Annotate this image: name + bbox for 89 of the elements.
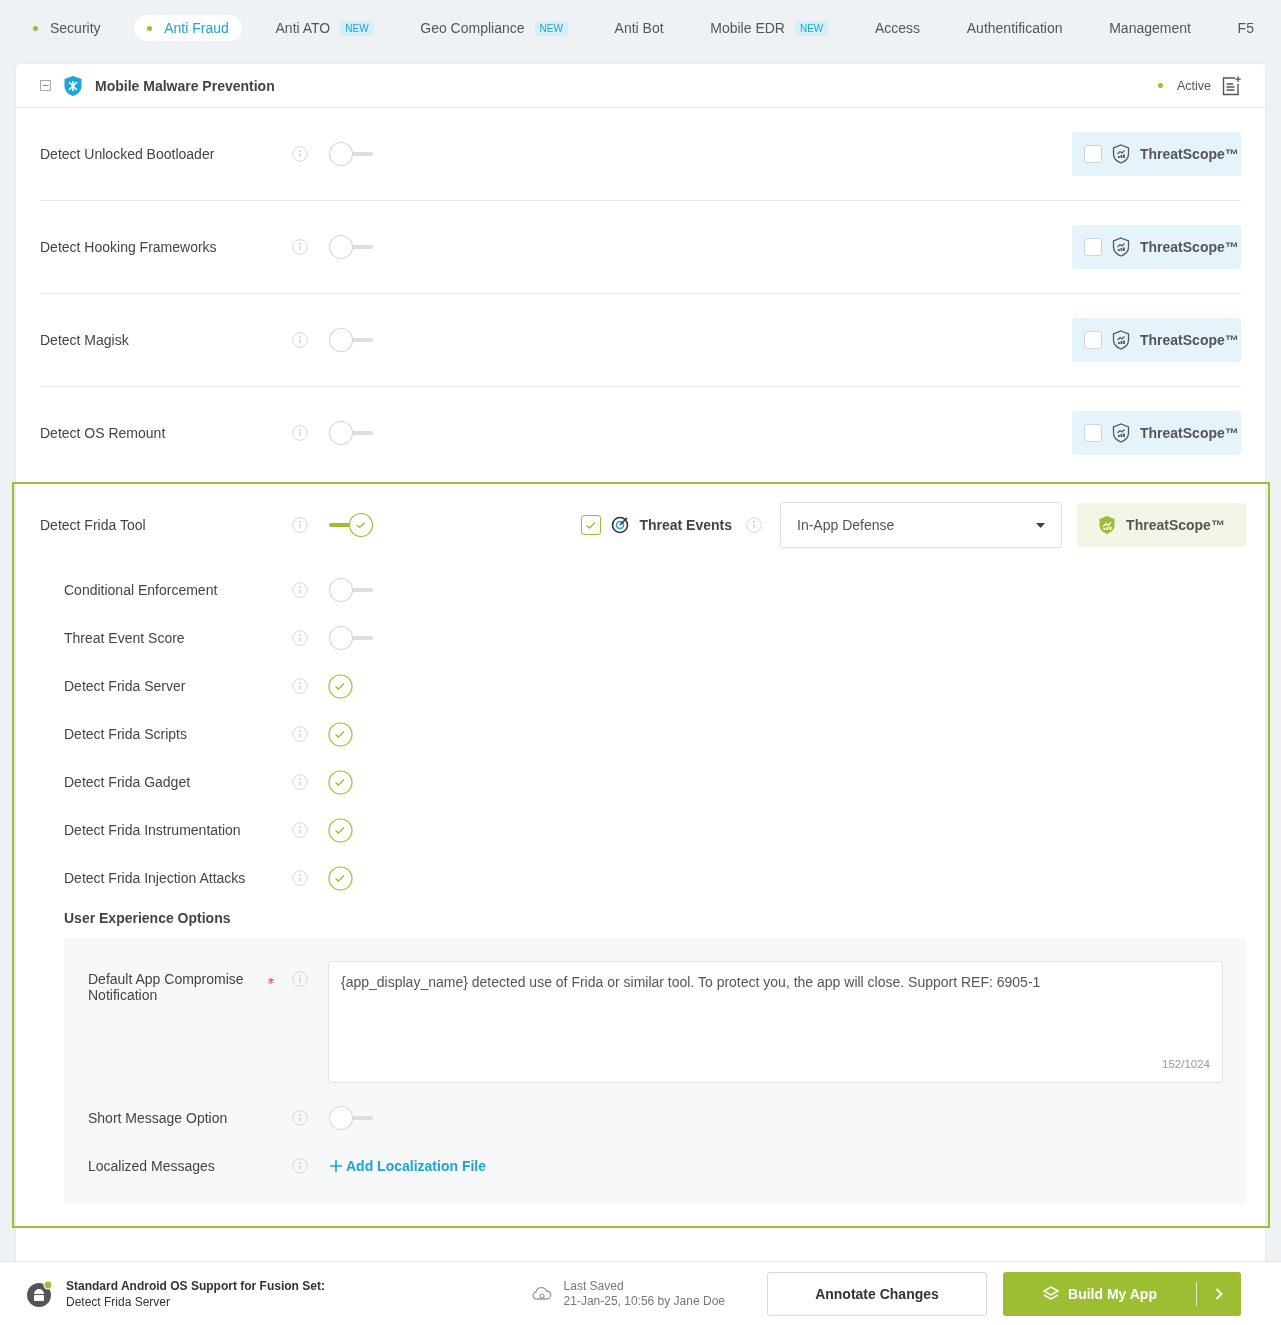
last-saved-label: Last Saved [563,1278,625,1294]
option-label: Detect Frida Server [64,678,187,694]
shield-chart-icon [1112,423,1130,443]
check-toggle[interactable] [328,769,353,795]
checkbox[interactable] [1084,145,1102,163]
info-icon[interactable] [292,146,308,162]
footer-subtitle: Detect Frida Server [66,1293,172,1310]
annotate-button[interactable]: Annotate Changes [767,1271,987,1316]
nav-tab[interactable]: Authentification [953,15,1076,41]
last-saved-value: 21-Jan-25, 10:56 by Jane Doe [563,1293,725,1309]
info-icon[interactable] [292,678,308,694]
toggle-switch[interactable] [328,327,374,353]
info-icon[interactable] [292,870,308,886]
check-toggle[interactable] [328,721,353,747]
info-icon[interactable] [292,971,308,987]
toggle-switch[interactable] [328,141,374,167]
info-icon[interactable] [292,517,308,533]
setting-label: Detect OS Remount [40,425,167,441]
info-icon[interactable] [292,425,308,441]
shield-chart-icon [1112,330,1130,350]
chevron-right-icon[interactable] [1215,1287,1223,1300]
option-label: Detect Frida Injection Attacks [64,870,247,886]
field-label: Default App Compromise Notification [88,971,245,1003]
info-icon[interactable] [292,1110,308,1126]
char-counter: 152/1024 [1162,1058,1210,1070]
nav-tab[interactable]: Anti Bot [601,15,677,41]
threatscope-button[interactable]: ThreatScope™ [1072,225,1241,269]
caret-icon [1036,522,1045,528]
plus-icon [330,1160,342,1172]
info-icon[interactable] [292,822,308,838]
shield-chart-icon [1112,144,1130,164]
nav-tab[interactable]: Security [20,15,114,41]
threat-events-label: Threat Events [639,517,732,533]
info-icon[interactable] [292,239,308,255]
cloud-icon [531,1285,552,1302]
nav-tab[interactable]: Management [1096,15,1204,41]
info-icon[interactable] [292,332,308,348]
field-label: Short Message Option [88,1110,229,1126]
nav-tab[interactable]: F5 [1224,15,1267,41]
info-icon[interactable] [292,774,308,790]
section-heading: User Experience Options [63,909,232,928]
threatscope-button[interactable]: ThreatScope™ [1072,132,1241,176]
shield-chart-icon [1112,237,1130,257]
option-label: Threat Event Score [64,630,186,646]
target-icon [611,516,630,534]
info-icon[interactable] [746,517,762,533]
shield-bug-icon [63,74,83,97]
message-textarea[interactable]: {app_display_name} detected use of Frida or similar tool. To protect you, the app will close. Support REF: 6905-1 152/1024 [328,961,1223,1083]
footer-title: Standard Android OS Support for Fusion Set: [66,1277,325,1294]
checkbox[interactable] [581,515,602,535]
info-icon[interactable] [292,582,308,598]
status-label: Active [1176,78,1211,93]
layers-icon [1042,1285,1061,1302]
toggle-switch[interactable] [328,577,374,603]
toggle-switch[interactable] [328,1105,374,1131]
threatscope-button[interactable]: ThreatScope™ [1077,503,1246,547]
threatscope-button[interactable]: ThreatScope™ [1072,318,1241,362]
option-label: Conditional Enforcement [64,582,219,598]
nav-tab[interactable]: Mobile EDR NEW [697,15,842,41]
threatscope-button[interactable]: ThreatScope™ [1072,411,1241,455]
option-label: Detect Frida Scripts [64,726,188,742]
option-label: Detect Frida Instrumentation [64,822,242,838]
nav-tab[interactable]: Access [862,15,934,41]
check-toggle[interactable] [328,865,353,891]
option-label: Detect Frida Gadget [64,774,192,790]
toggle-switch[interactable] [328,625,374,651]
checkbox[interactable] [1084,424,1102,442]
info-icon[interactable] [292,726,308,742]
shield-chart-icon [1098,515,1117,535]
note-add-icon[interactable] [1221,75,1241,96]
nav-tab[interactable]: Anti ATO NEW [262,15,387,41]
setting-label: Detect Hooking Frameworks [40,239,218,255]
toggle-switch[interactable] [328,512,374,538]
collapse-icon[interactable] [40,80,51,91]
setting-label: Detect Magisk [40,332,130,348]
section-title: Mobile Malware Prevention [95,77,276,94]
checkbox[interactable] [1084,331,1102,349]
check-toggle[interactable] [328,817,353,843]
nav-tab[interactable]: Geo Compliance NEW [407,15,581,41]
info-icon[interactable] [292,630,308,646]
setting-label: Detect Unlocked Bootloader [40,146,216,162]
defense-dropdown[interactable]: In-App Defense [780,502,1062,548]
check-toggle[interactable] [328,673,353,699]
toggle-switch[interactable] [328,420,374,446]
setting-label: Detect Frida Tool [40,517,147,533]
field-label: Localized Messages [88,1158,216,1174]
toggle-switch[interactable] [328,234,374,260]
info-icon[interactable] [292,1158,308,1174]
checkbox[interactable] [1084,238,1102,256]
